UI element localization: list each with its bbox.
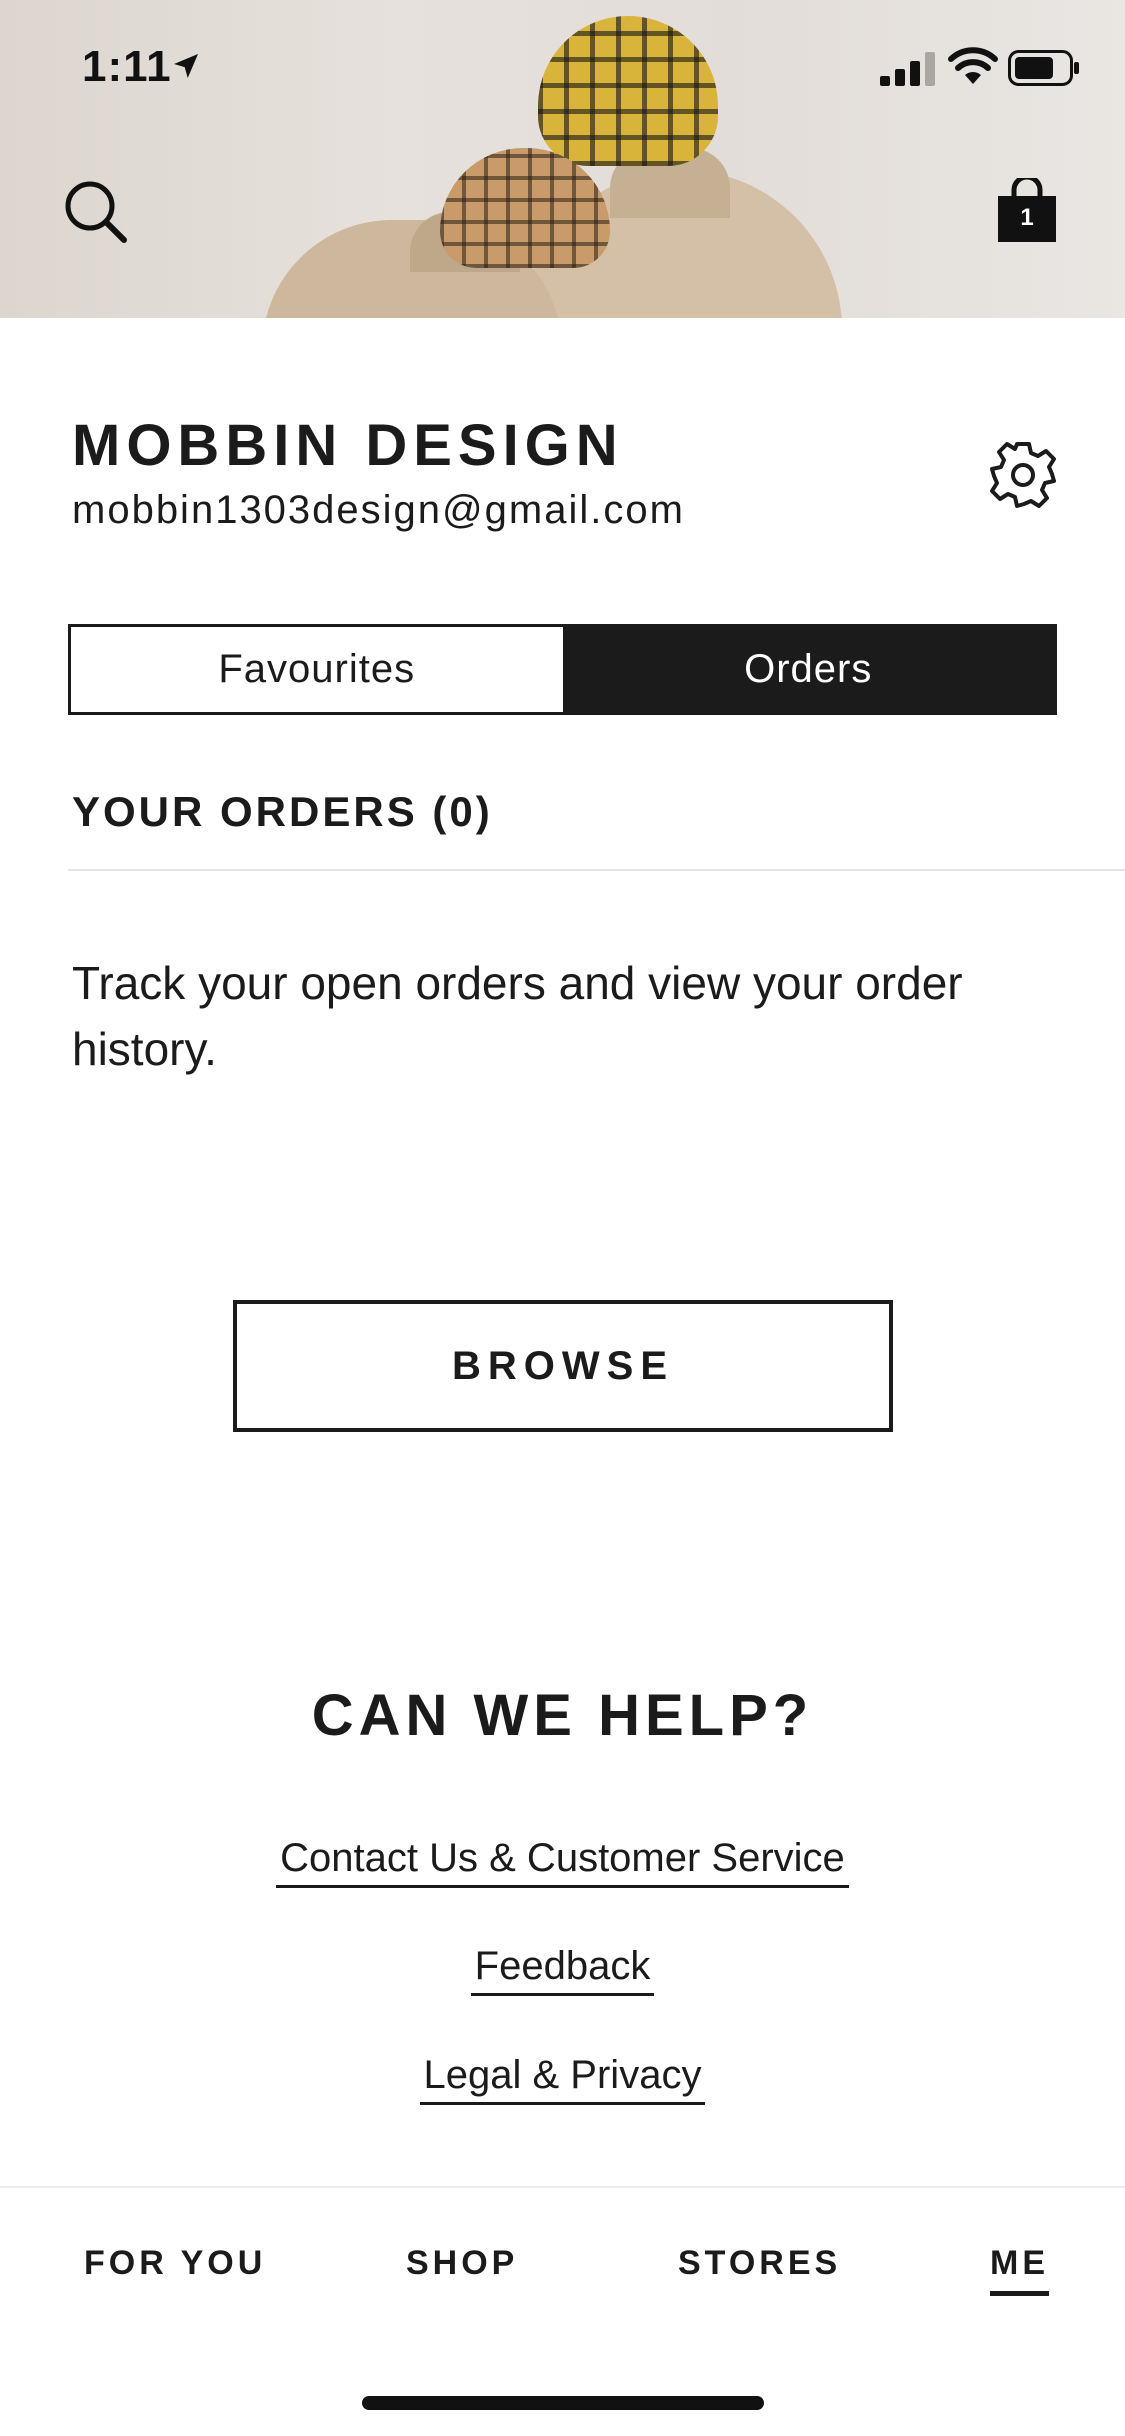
tab-favourites[interactable]: Favourites — [71, 627, 563, 712]
nav-shop[interactable]: SHOP — [406, 2244, 518, 2283]
orders-heading: YOUR ORDERS (0) — [72, 788, 493, 835]
gear-icon — [990, 442, 1056, 508]
profile-tabs: Favourites Orders — [68, 624, 1057, 715]
legal-privacy-link-label: Legal & Privacy — [419, 2053, 706, 2105]
nav-for-you[interactable]: FOR YOU — [84, 2244, 266, 2283]
profile-email: mobbin1303design@gmail.com — [72, 488, 685, 532]
orders-description: Track your open orders and view your ord… — [72, 957, 963, 1075]
hero-banner: 1:11 1 — [0, 0, 1125, 318]
section-divider — [68, 869, 1125, 871]
status-bar: 1:11 — [0, 0, 1125, 132]
shopping-bag-button[interactable]: 1 — [994, 178, 1060, 244]
nav-stores[interactable]: STORES — [678, 2244, 841, 2283]
browse-button[interactable]: BROWSE — [233, 1300, 893, 1432]
search-icon — [65, 181, 127, 243]
search-button[interactable] — [60, 176, 132, 248]
contact-us-link-label: Contact Us & Customer Service — [276, 1836, 849, 1888]
signal-icon — [880, 52, 935, 86]
hero-hat-left — [440, 148, 610, 268]
battery-icon — [1008, 50, 1079, 86]
status-time: 1:11 — [82, 42, 172, 91]
nav-me[interactable]: ME — [990, 2244, 1049, 2296]
location-arrow-icon — [174, 54, 198, 78]
profile-name: MOBBIN DESIGN — [72, 413, 624, 478]
bag-count-badge: 1 — [1020, 204, 1034, 231]
feedback-link[interactable]: Feedback — [0, 1944, 1125, 1996]
wifi-icon — [948, 47, 998, 84]
help-title: CAN WE HELP? — [311, 1683, 814, 1748]
contact-us-link[interactable]: Contact Us & Customer Service — [0, 1836, 1125, 1888]
settings-button[interactable] — [988, 440, 1058, 510]
feedback-link-label: Feedback — [470, 1944, 655, 1996]
tab-orders[interactable]: Orders — [562, 627, 1054, 712]
home-indicator[interactable] — [362, 2396, 764, 2410]
legal-privacy-link[interactable]: Legal & Privacy — [0, 2053, 1125, 2105]
